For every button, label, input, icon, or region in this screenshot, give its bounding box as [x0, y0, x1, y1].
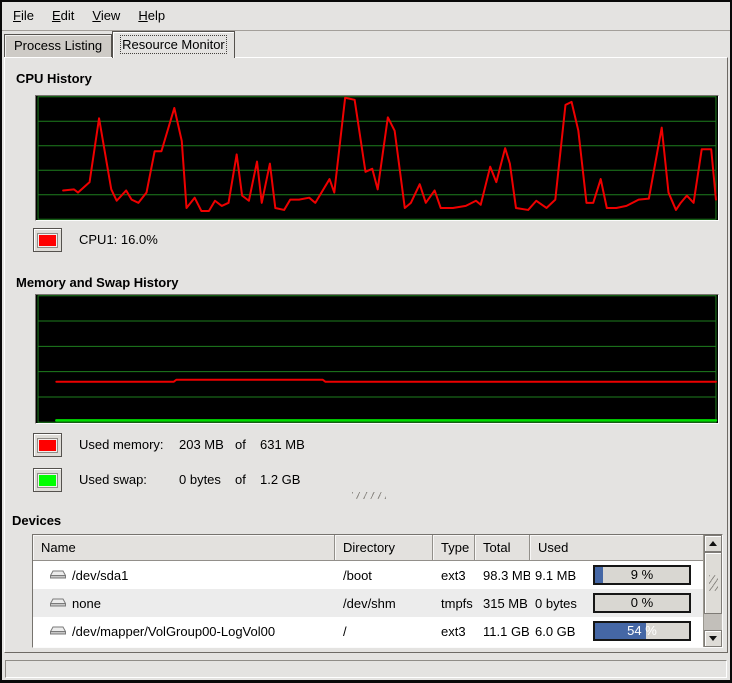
devices-table: Name Directory Type Total Used /dev/sda1…	[32, 534, 723, 648]
disk-icon	[49, 624, 67, 638]
menu-help[interactable]: Help	[129, 4, 174, 28]
scrollbar-grip-icon	[709, 575, 718, 591]
progress-label: 9 %	[595, 567, 689, 583]
scroll-up-button[interactable]	[704, 535, 722, 552]
cpu-history-chart	[36, 96, 718, 220]
usage-progress-bar: 0 %	[593, 593, 691, 613]
used-swap-of: of	[235, 468, 246, 492]
cpu1-legend-label: CPU1: 16.0%	[79, 228, 158, 252]
column-header-directory[interactable]: Directory	[335, 535, 433, 561]
column-header-name[interactable]: Name	[33, 535, 335, 561]
device-type: ext3	[433, 617, 475, 645]
device-used: 6.0 GB	[535, 624, 575, 639]
table-row[interactable]: /dev/sda1 /boot ext3 98.3 MB 9.1 MB 9 %	[33, 561, 703, 589]
device-total: 315 MB	[475, 589, 530, 617]
used-memory-color-button[interactable]	[33, 433, 62, 457]
devices-title: Devices	[12, 513, 61, 528]
devices-table-main: Name Directory Type Total Used /dev/sda1…	[33, 535, 703, 647]
column-header-total[interactable]: Total	[475, 535, 530, 561]
arrow-down-icon	[709, 636, 717, 641]
vertical-scrollbar[interactable]	[703, 535, 722, 647]
usage-progress-bar: 54 %	[593, 621, 691, 641]
disk-icon	[49, 568, 67, 582]
used-swap-label: Used swap:	[79, 468, 147, 492]
memory-swap-chart	[36, 295, 718, 423]
used-swap-color-swatch	[38, 474, 57, 487]
cpu1-color-button[interactable]	[33, 228, 62, 252]
tab-process-listing[interactable]: Process Listing	[4, 34, 112, 58]
tab-bar: Process Listing Resource Monitor	[4, 31, 235, 58]
column-header-used[interactable]: Used	[530, 535, 703, 561]
cpu-history-title: CPU History	[16, 71, 92, 86]
used-swap-value: 0 bytes	[179, 468, 221, 492]
device-directory: /boot	[335, 561, 433, 589]
device-total: 11.1 GB	[475, 617, 530, 645]
cpu-history-graph	[35, 95, 719, 221]
device-type: tmpfs	[433, 589, 475, 617]
used-memory-value: 203 MB	[179, 433, 224, 457]
menu-view[interactable]: View	[83, 4, 129, 28]
memory-history-title: Memory and Swap History	[16, 275, 179, 290]
device-name: none	[72, 596, 101, 611]
device-directory: /dev/shm	[335, 589, 433, 617]
progress-label: 54 %	[595, 623, 689, 639]
table-row[interactable]: /dev/mapper/VolGroup00-LogVol00 / ext3 1…	[33, 617, 703, 645]
column-header-type[interactable]: Type	[433, 535, 475, 561]
progress-label: 0 %	[595, 595, 689, 611]
memory-swap-graph	[35, 294, 719, 424]
tab-resource-monitor[interactable]: Resource Monitor	[112, 31, 235, 58]
used-swap-total: 1.2 GB	[260, 468, 300, 492]
scrollbar-thumb[interactable]	[704, 552, 722, 614]
menu-file[interactable]: File	[4, 4, 43, 28]
device-directory: /	[335, 617, 433, 645]
used-memory-label: Used memory:	[79, 433, 164, 457]
device-name: /dev/mapper/VolGroup00-LogVol00	[72, 624, 275, 639]
scrollbar-trough[interactable]	[704, 614, 722, 630]
table-row[interactable]: none /dev/shm tmpfs 315 MB 0 bytes 0 %	[33, 589, 703, 617]
pane-resize-grip[interactable]	[352, 492, 386, 499]
menu-edit[interactable]: Edit	[43, 4, 83, 28]
device-total: 98.3 MB	[475, 561, 530, 589]
cpu1-color-swatch	[38, 234, 57, 247]
status-bar	[5, 660, 727, 678]
scroll-down-button[interactable]	[704, 630, 722, 647]
used-memory-of: of	[235, 433, 246, 457]
system-monitor-window: File Edit View Help Process Listing Reso…	[0, 0, 732, 683]
devices-table-header: Name Directory Type Total Used	[33, 535, 703, 561]
used-memory-color-swatch	[38, 439, 57, 452]
tab-label: Resource Monitor	[122, 37, 225, 52]
usage-progress-bar: 9 %	[593, 565, 691, 585]
device-used: 0 bytes	[535, 596, 577, 611]
used-memory-total: 631 MB	[260, 433, 305, 457]
menu-bar: File Edit View Help	[2, 2, 730, 31]
disk-icon	[49, 596, 67, 610]
device-used: 9.1 MB	[535, 568, 576, 583]
arrow-up-icon	[709, 541, 717, 546]
device-type: ext3	[433, 561, 475, 589]
used-swap-color-button[interactable]	[33, 468, 62, 492]
device-name: /dev/sda1	[72, 568, 128, 583]
